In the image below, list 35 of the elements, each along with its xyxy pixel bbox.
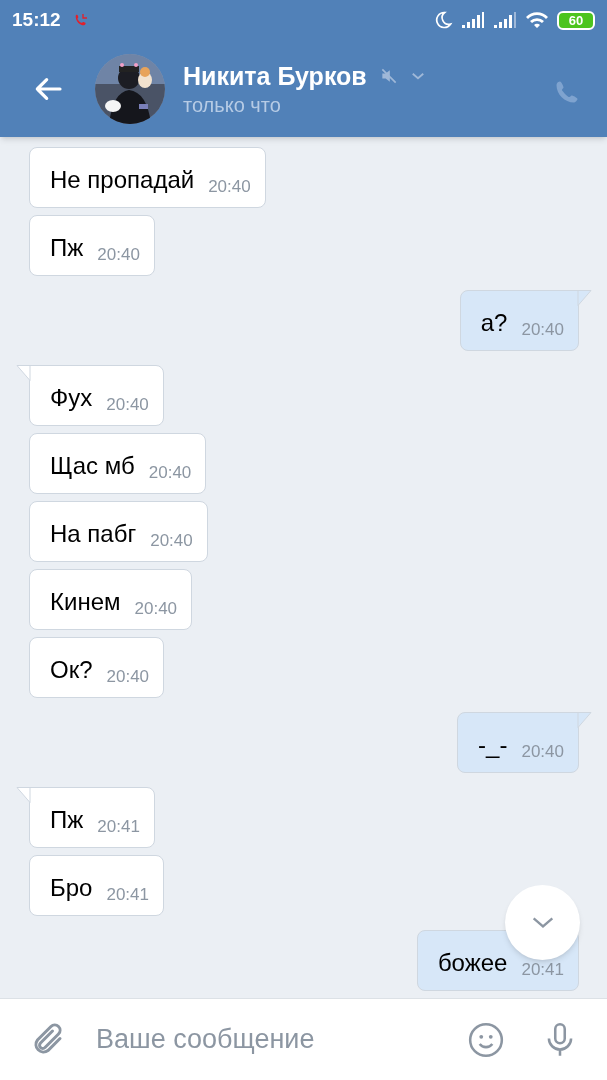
message-time: 20:41 bbox=[97, 817, 140, 837]
moon-icon bbox=[433, 10, 453, 30]
wifi-icon bbox=[525, 11, 549, 29]
message-text: Кинем bbox=[50, 587, 121, 617]
signal-icon bbox=[493, 11, 517, 29]
emoji-icon[interactable] bbox=[467, 1020, 505, 1059]
message-text: Щас мб bbox=[50, 451, 135, 481]
message-time: 20:40 bbox=[106, 395, 149, 415]
scroll-down-button[interactable] bbox=[505, 885, 580, 960]
message-text: Фух bbox=[50, 383, 93, 413]
message-text: божее bbox=[437, 948, 508, 978]
message-time: 20:40 bbox=[134, 599, 178, 619]
message-text: а? bbox=[480, 308, 508, 338]
message-text: Бро bbox=[50, 873, 93, 903]
message-time: 20:40 bbox=[150, 531, 193, 551]
message-text: Не пропадай bbox=[50, 165, 195, 195]
clock: 15:12 bbox=[12, 7, 61, 32]
contact-status: только что bbox=[183, 92, 282, 118]
message-text: Пж bbox=[50, 805, 84, 835]
message-text: На пабг bbox=[50, 519, 137, 549]
contact-name[interactable]: Никита Бурков bbox=[183, 59, 367, 92]
message-time: 20:40 bbox=[521, 320, 564, 340]
message-time: 20:41 bbox=[106, 885, 149, 905]
message-text: -_- bbox=[478, 730, 508, 760]
message-composer[interactable]: Ваше сообщение bbox=[0, 998, 607, 1080]
message-time: 20:41 bbox=[521, 960, 564, 980]
battery-icon: 60 bbox=[557, 10, 595, 30]
message-time: 20:40 bbox=[148, 463, 192, 483]
signal-icon bbox=[461, 11, 485, 29]
message-time: 20:40 bbox=[106, 667, 150, 687]
message-time: 20:40 bbox=[97, 245, 140, 265]
message-time: 20:40 bbox=[521, 742, 564, 762]
message-text: Ок? bbox=[50, 655, 93, 685]
message-text: Пж bbox=[50, 233, 84, 263]
message-time: 20:40 bbox=[208, 177, 251, 197]
